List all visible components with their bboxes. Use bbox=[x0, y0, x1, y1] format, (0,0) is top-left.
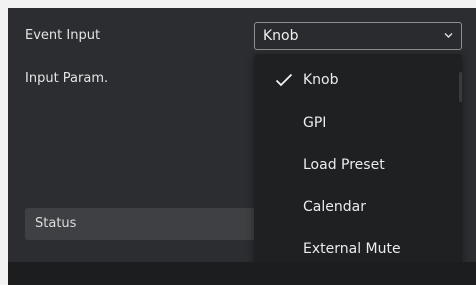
dropdown-option-label: External Mute bbox=[303, 241, 401, 257]
dropdown-option-gpi[interactable]: GPI bbox=[254, 103, 462, 143]
event-input-select[interactable]: Knob bbox=[254, 22, 462, 50]
status-label: Status bbox=[35, 216, 77, 231]
checkmark-icon bbox=[275, 73, 293, 87]
event-input-label: Event Input bbox=[25, 28, 101, 43]
chevron-down-icon bbox=[444, 33, 453, 38]
dropdown-option-load-preset[interactable]: Load Preset bbox=[254, 145, 462, 185]
dropdown-option-label: GPI bbox=[303, 115, 327, 131]
event-settings-panel: Event Input Input Param. Status Knob Kno… bbox=[8, 8, 476, 285]
status-field: Status bbox=[25, 208, 265, 240]
dropdown-option-label: Calendar bbox=[303, 199, 366, 215]
dropdown-option-calendar[interactable]: Calendar bbox=[254, 187, 462, 227]
input-param-label: Input Param. bbox=[25, 71, 109, 86]
dropdown-option-label: Knob bbox=[303, 72, 339, 88]
event-input-dropdown: Knob GPI Load Preset Calendar External M… bbox=[254, 54, 462, 280]
dropdown-option-knob[interactable]: Knob bbox=[254, 60, 462, 100]
footer-bar bbox=[8, 262, 476, 285]
event-input-value: Knob bbox=[263, 28, 299, 44]
dropdown-option-label: Load Preset bbox=[303, 157, 385, 173]
